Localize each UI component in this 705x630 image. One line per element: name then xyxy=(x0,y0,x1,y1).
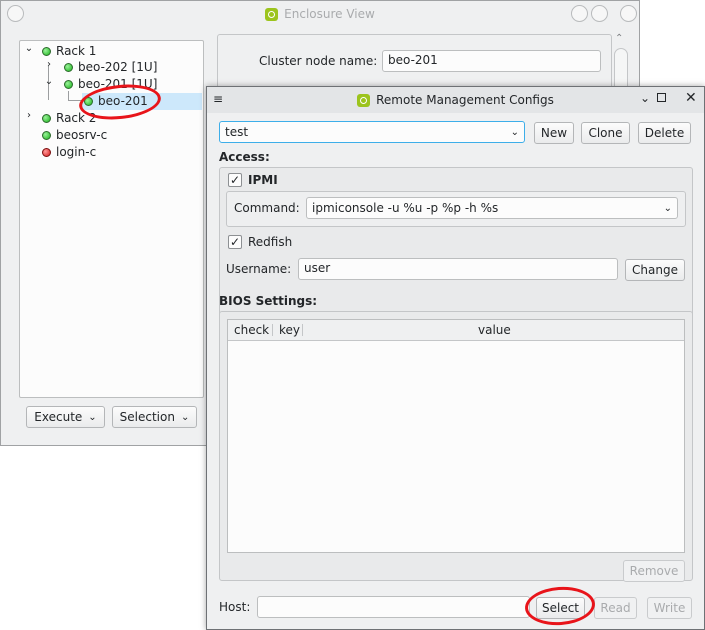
app-icon xyxy=(357,93,371,107)
close-button[interactable] xyxy=(620,5,637,22)
cluster-node-label: Cluster node name: xyxy=(259,54,378,68)
window-menu-icon[interactable] xyxy=(7,5,24,22)
tree-item-beo202[interactable]: beo-202 [1U] xyxy=(64,59,157,75)
access-header: Access: xyxy=(219,150,270,164)
column-value[interactable]: value xyxy=(478,323,511,337)
rm-window-title: Remote Management Configs xyxy=(376,93,554,107)
redfish-label: Redfish xyxy=(248,235,293,249)
command-combobox[interactable]: ipmiconsole -u %u -p %p -h %s ⌄ xyxy=(306,197,678,219)
rm-titlebar[interactable]: ≡ Remote Management Configs ⌄ ✕ xyxy=(207,87,704,113)
tree-label: Rack 1 xyxy=(56,44,97,58)
host-field[interactable] xyxy=(257,596,530,618)
status-green-icon xyxy=(42,130,51,140)
read-button[interactable]: Read xyxy=(594,597,637,619)
selection-button[interactable]: Selection ⌄ xyxy=(112,406,197,428)
close-icon[interactable]: ✕ xyxy=(685,90,697,106)
maximize-icon[interactable] xyxy=(657,93,666,102)
command-label: Command: xyxy=(234,201,300,215)
change-button[interactable]: Change xyxy=(625,259,685,281)
clone-button[interactable]: Clone xyxy=(581,122,630,144)
ipmi-label: IPMI xyxy=(248,173,278,187)
profile-value: test xyxy=(225,125,249,139)
tree-item-login[interactable]: login-c xyxy=(42,144,96,160)
tree-label: beosrv-c xyxy=(56,128,108,142)
host-label: Host: xyxy=(219,600,251,614)
scroll-up-icon[interactable]: ⌃ xyxy=(615,33,623,44)
cluster-node-field[interactable]: beo-201 xyxy=(382,50,601,72)
command-value: ipmiconsole -u %u -p %p -h %s xyxy=(312,201,499,215)
redfish-checkbox[interactable]: ✓ xyxy=(228,235,242,249)
minimize-button[interactable] xyxy=(571,5,588,22)
tree-item-beosrv[interactable]: beosrv-c xyxy=(42,127,107,143)
tree-item-rack1[interactable]: Rack 1 xyxy=(42,43,96,59)
status-green-icon xyxy=(42,46,51,56)
write-button[interactable]: Write xyxy=(647,597,692,619)
minimize-icon[interactable]: ⌄ xyxy=(640,91,650,105)
annotation-highlight-ring xyxy=(523,584,597,628)
delete-button[interactable]: Delete xyxy=(638,122,691,144)
execute-button[interactable]: Execute ⌄ xyxy=(26,406,105,428)
window-menu-icon[interactable]: ≡ xyxy=(213,92,223,106)
status-red-icon xyxy=(42,147,51,157)
chevron-down-icon: ⌄ xyxy=(510,126,519,138)
maximize-button[interactable] xyxy=(591,5,608,22)
expand-rack1-icon[interactable]: ⌄ xyxy=(24,43,34,54)
tree-label: beo-202 [1U] xyxy=(78,60,158,74)
column-check[interactable]: check xyxy=(234,323,269,337)
ipmi-checkbox[interactable]: ✓ xyxy=(228,173,242,187)
collapse-beo201-icon[interactable]: ⌄ xyxy=(44,76,54,87)
chevron-down-icon: ⌄ xyxy=(180,411,190,423)
chevron-down-icon: ⌄ xyxy=(88,411,97,423)
expand-beo202-icon[interactable]: › xyxy=(44,59,54,70)
username-label: Username: xyxy=(226,262,292,276)
username-field[interactable]: user xyxy=(298,258,618,280)
bios-table-header: check key value xyxy=(228,320,684,341)
enclosure-window-title: Enclosure View xyxy=(284,7,375,21)
bios-header: BIOS Settings: xyxy=(219,294,318,308)
expand-rack2-icon[interactable]: › xyxy=(24,110,34,121)
new-button[interactable]: New xyxy=(534,122,574,144)
status-green-icon xyxy=(42,113,51,123)
selection-label: Selection xyxy=(119,410,175,424)
remote-management-window: ≡ Remote Management Configs ⌄ ✕ test ⌄ N… xyxy=(206,86,705,630)
tree-label: login-c xyxy=(56,145,97,159)
profile-combobox[interactable]: test ⌄ xyxy=(219,121,525,143)
bios-table[interactable]: check key value xyxy=(227,319,685,553)
enclosure-titlebar[interactable]: Enclosure View xyxy=(1,1,639,27)
remove-button[interactable]: Remove xyxy=(623,560,685,582)
chevron-down-icon: ⌄ xyxy=(663,202,672,214)
column-key[interactable]: key xyxy=(279,323,300,337)
status-green-icon xyxy=(64,62,73,72)
execute-label: Execute xyxy=(34,410,83,424)
app-icon xyxy=(265,7,279,21)
status-green-icon xyxy=(64,79,73,89)
